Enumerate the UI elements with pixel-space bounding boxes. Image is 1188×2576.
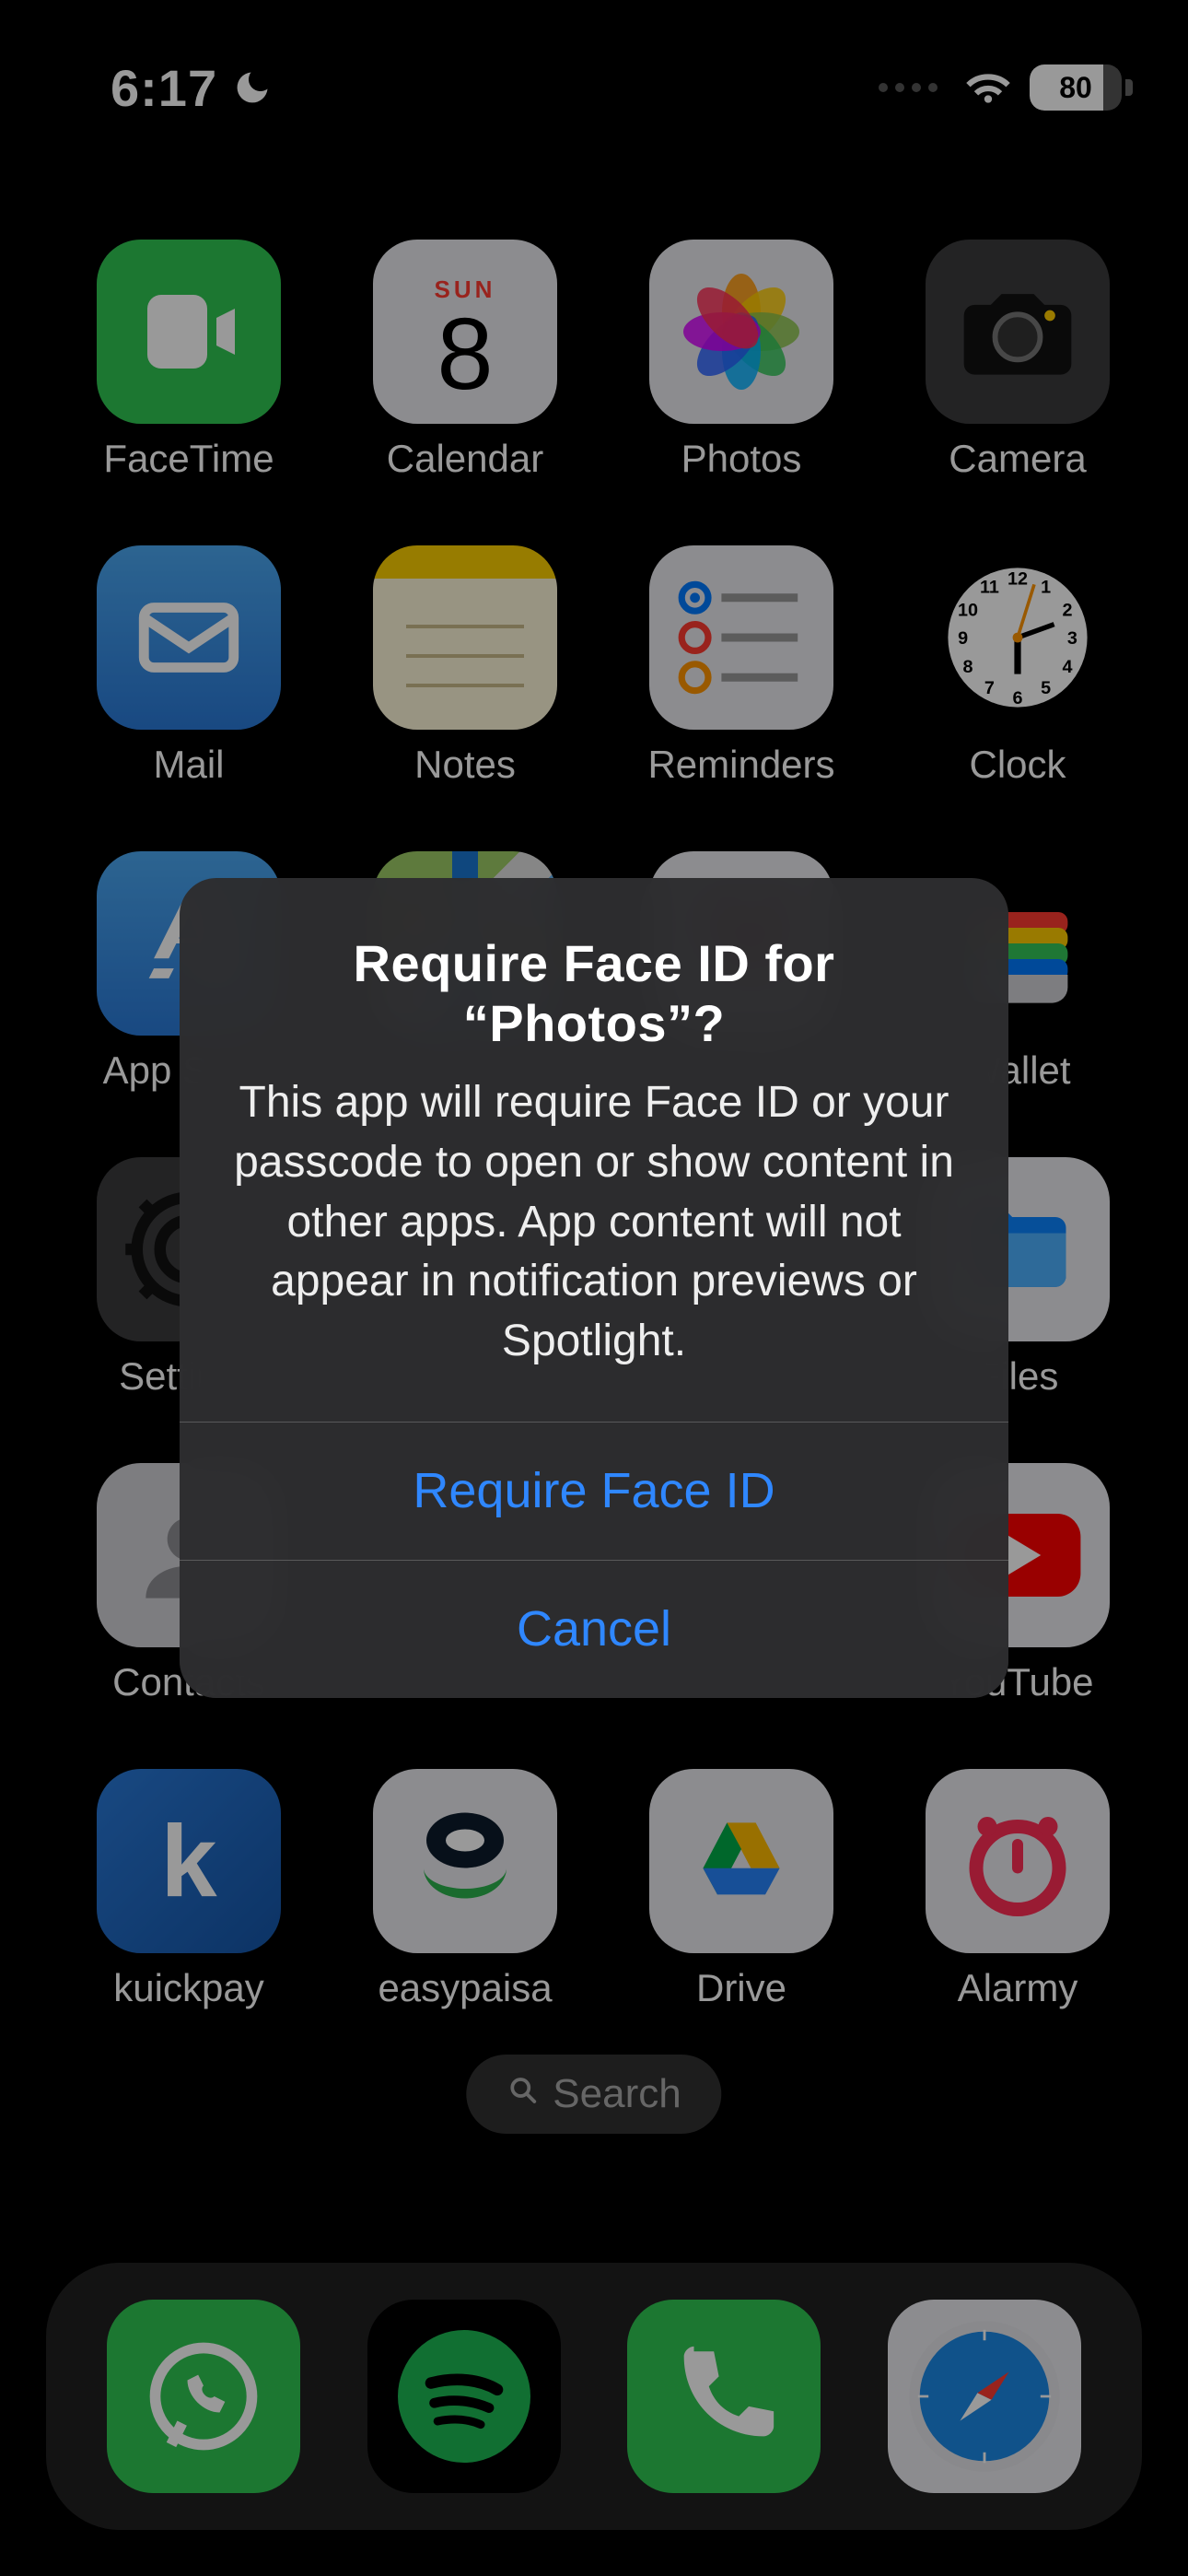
cancel-button[interactable]: Cancel <box>180 1560 1008 1698</box>
faceid-alert: Require Face ID for “Photos”? This app w… <box>180 878 1008 1698</box>
require-faceid-button[interactable]: Require Face ID <box>180 1422 1008 1560</box>
alert-title: Require Face ID for “Photos”? <box>226 933 962 1053</box>
alert-message: This app will require Face ID or your pa… <box>226 1073 962 1372</box>
alert-body: Require Face ID for “Photos”? This app w… <box>180 878 1008 1422</box>
